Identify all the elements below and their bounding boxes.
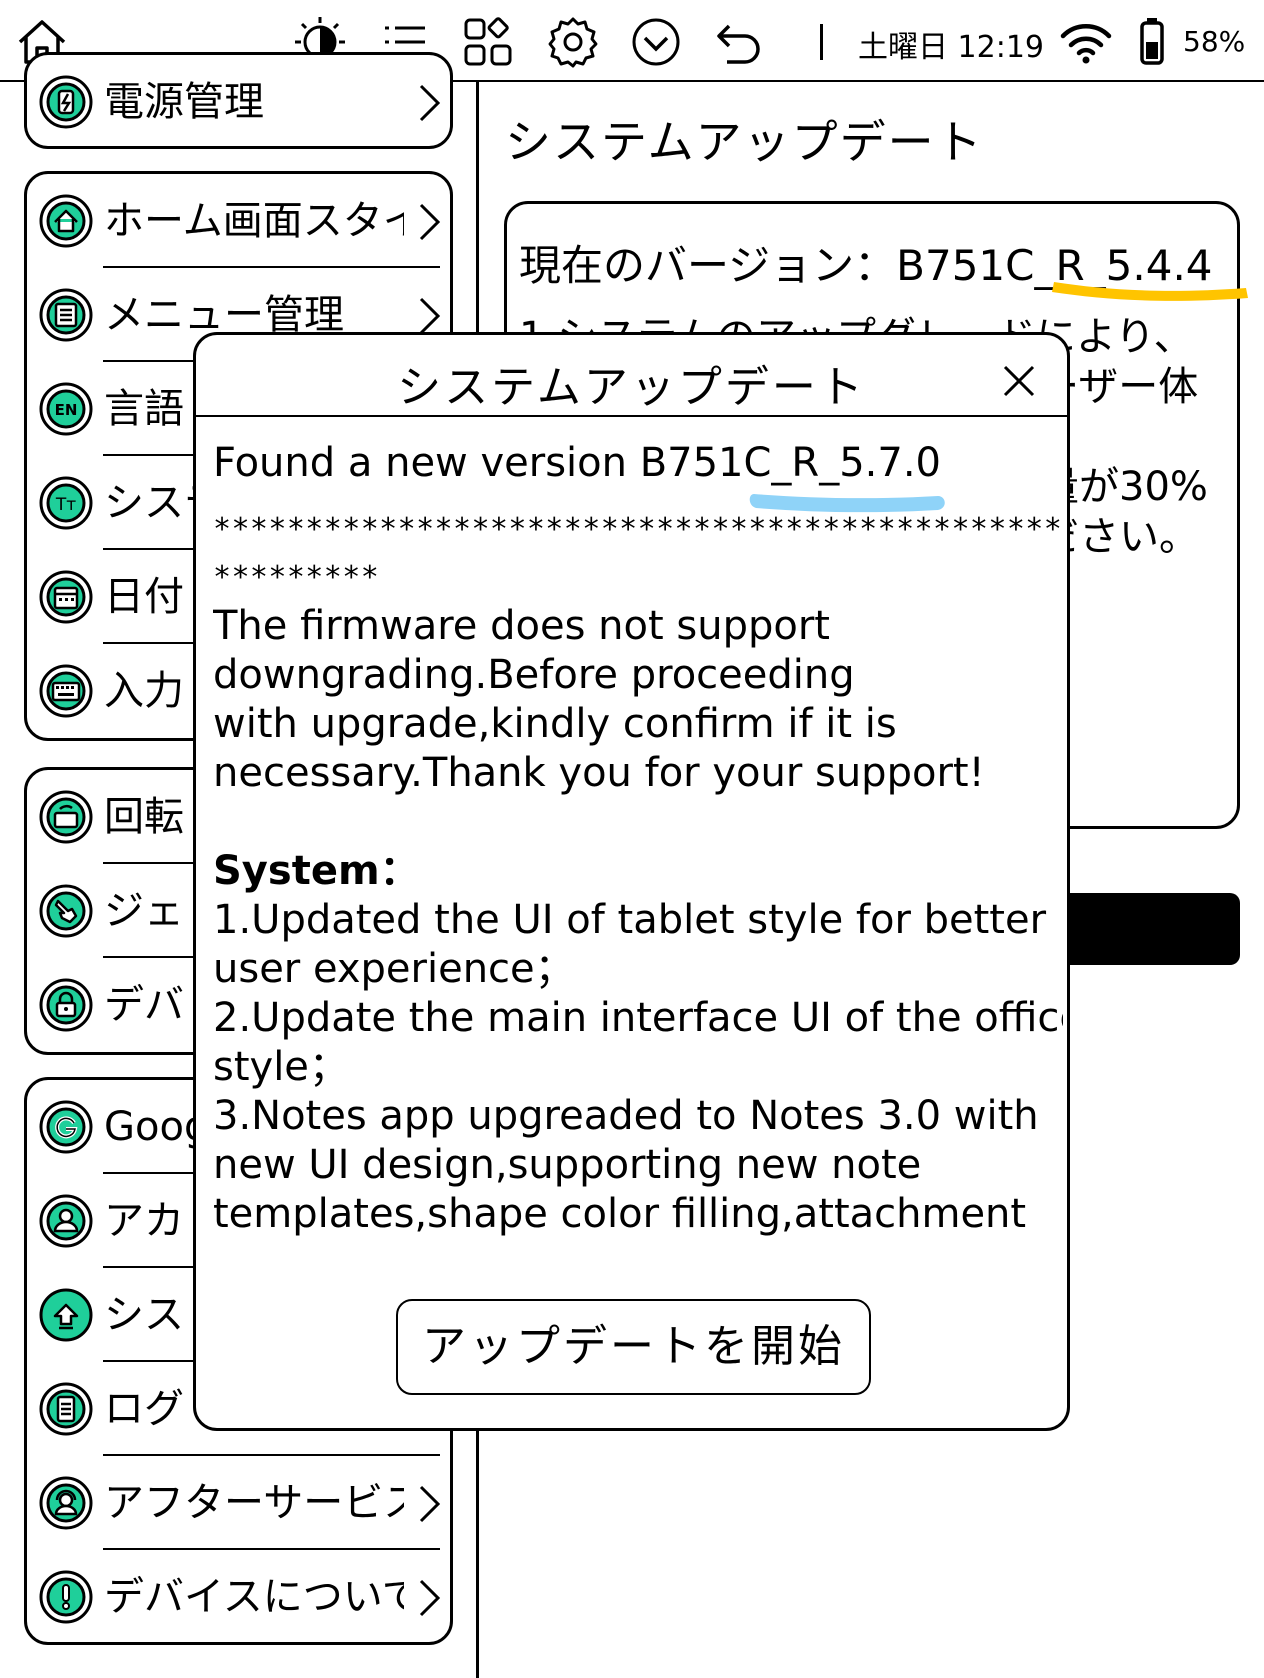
log-icon xyxy=(38,1381,94,1437)
release-notes: Found a new version B751C_R_5.7.0 ******… xyxy=(213,439,1063,1303)
font-icon: Tт xyxy=(38,475,94,531)
chevron-right-icon xyxy=(418,296,442,336)
chevron-right-icon xyxy=(418,1484,442,1524)
back-icon[interactable] xyxy=(711,14,767,70)
sidebar-item-label: 電源管理 xyxy=(104,79,264,125)
language-icon: EN xyxy=(38,381,94,437)
clock: 土曜日 12:19 xyxy=(858,30,1044,65)
note-line: 1.Updated the UI of tablet style for bet… xyxy=(213,897,1047,943)
menu-icon xyxy=(38,287,94,343)
status-divider xyxy=(820,24,823,60)
settings-icon[interactable] xyxy=(545,14,601,70)
dialog-divider xyxy=(196,415,1067,417)
sidebar-item-label: デバイスについて xyxy=(104,1574,404,1620)
sidebar-item-about-device[interactable]: デバイスについて xyxy=(27,1550,450,1644)
update-check-button[interactable] xyxy=(1040,893,1240,965)
battery-percent: 58% xyxy=(1183,25,1246,58)
found-version-text: Found a new version B751C_R_5.7.0 xyxy=(213,440,941,486)
power-icon xyxy=(38,74,94,130)
info-icon xyxy=(38,1569,94,1625)
note-line: 3.Notes app upgreaded to Notes 3.0 with xyxy=(213,1093,1039,1139)
svg-text:Tт: Tт xyxy=(55,495,76,515)
apps-icon[interactable] xyxy=(460,14,516,70)
support-icon xyxy=(38,1475,94,1531)
system-update-icon xyxy=(38,1287,94,1343)
keyboard-icon xyxy=(38,663,94,719)
dialog-title: システムアップデート xyxy=(397,362,866,413)
sidebar-item-label: ホーム画面スタイル xyxy=(104,198,404,244)
chevron-right-icon xyxy=(418,83,442,123)
highlight-mark xyxy=(749,494,945,513)
sidebar-group-power: 電源管理 xyxy=(24,52,453,149)
warning-line: downgrading.Before proceeding xyxy=(213,652,855,698)
highlight-mark xyxy=(1052,282,1248,301)
start-update-button[interactable]: アップデートを開始 xyxy=(396,1299,871,1395)
svg-text:EN: EN xyxy=(55,401,78,419)
note-line: templates,shape color filling,attachment xyxy=(213,1191,1027,1237)
page-title: システムアップデート xyxy=(505,115,984,169)
battery-icon xyxy=(1135,14,1179,70)
system-heading: System： xyxy=(213,848,420,894)
account-icon xyxy=(38,1193,94,1249)
separator-stars: ****************************************… xyxy=(213,512,1063,595)
calendar-icon xyxy=(38,569,94,625)
note-line: 2.Update the main interface UI of the of… xyxy=(213,995,1063,1041)
home-circle-icon xyxy=(38,193,94,249)
google-icon xyxy=(38,1099,94,1155)
chevron-right-icon xyxy=(418,1578,442,1618)
warning-line: with upgrade,kindly confirm if it is xyxy=(213,701,897,747)
lock-icon xyxy=(38,977,94,1033)
check-circle-icon[interactable] xyxy=(628,14,684,70)
warning-line: necessary.Thank you for your support! xyxy=(213,750,985,796)
wifi-icon xyxy=(1058,14,1114,70)
gesture-icon xyxy=(38,883,94,939)
close-icon[interactable] xyxy=(999,361,1039,401)
sidebar-item-after-service[interactable]: アフターサービス xyxy=(27,1456,450,1550)
warning-line: The firmware does not support xyxy=(213,603,830,649)
note-line: user experience； xyxy=(213,946,575,992)
note-line: style； xyxy=(213,1044,349,1090)
sidebar-item-label: アフターサービス xyxy=(104,1480,404,1526)
sidebar-item-power[interactable]: 電源管理 xyxy=(27,55,450,149)
rotate-icon xyxy=(38,789,94,845)
note-line: new UI design,supporting new note xyxy=(213,1142,922,1188)
sidebar-item-home-style[interactable]: ホーム画面スタイル xyxy=(27,174,450,268)
chevron-right-icon xyxy=(418,202,442,242)
